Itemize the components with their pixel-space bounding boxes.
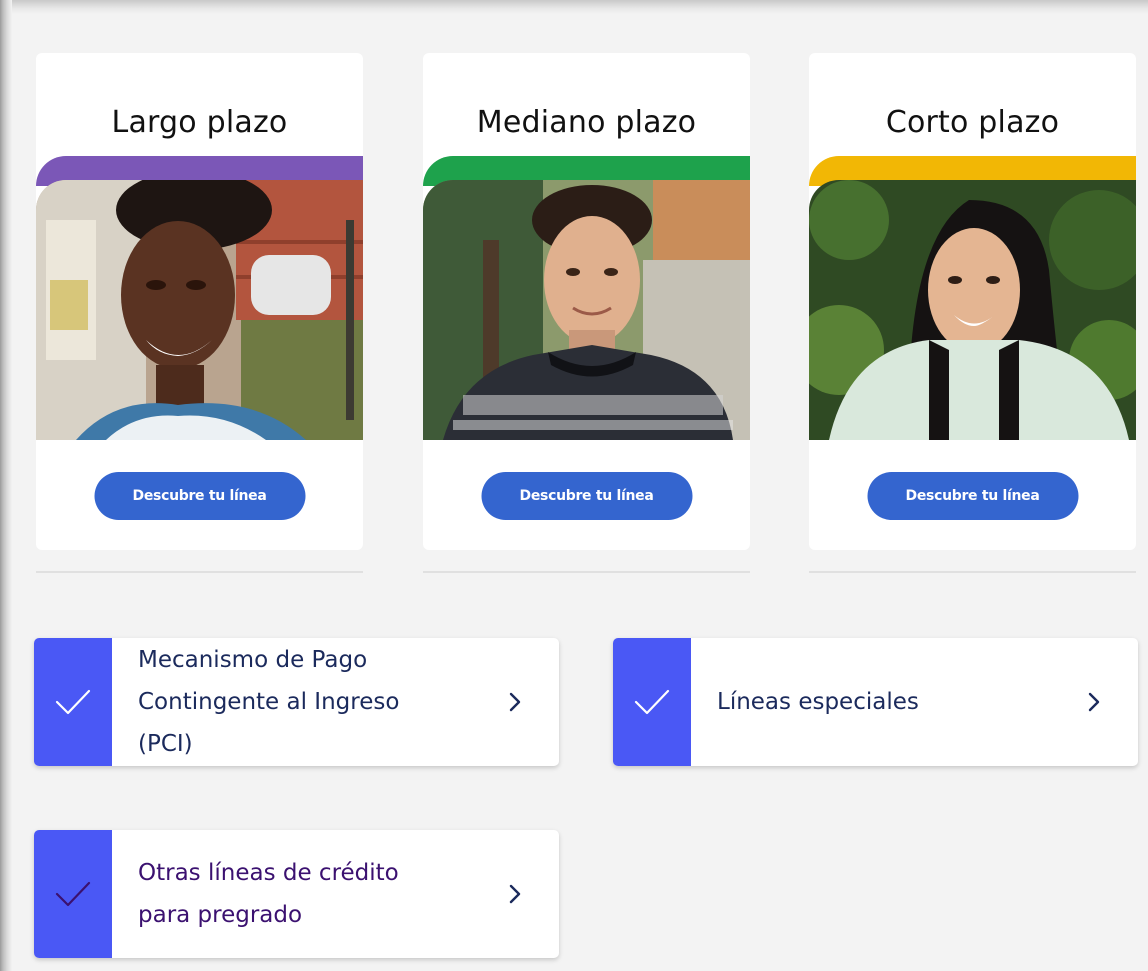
check-panel (34, 830, 112, 958)
chevron-right-icon[interactable] (1088, 692, 1100, 712)
option-label: Otras líneas de crédito para pregrado (138, 860, 399, 928)
check-icon (55, 881, 91, 907)
plan-card-title: Largo plazo (111, 105, 288, 140)
check-icon (634, 689, 670, 715)
student-photo (809, 180, 1136, 440)
student-photo (36, 180, 363, 440)
card-divider (36, 571, 363, 573)
plan-card-title: Corto plazo (885, 105, 1060, 140)
plan-card-mediano-plazo: Mediano plazo Descubre tu línea (423, 53, 750, 550)
card-divider (809, 571, 1136, 573)
chevron-right-icon[interactable] (509, 884, 521, 904)
discover-line-button[interactable]: Descubre tu línea (481, 472, 692, 520)
option-label: Mecanismo de Pago Contingente al Ingreso… (138, 647, 400, 757)
option-tile-pci[interactable]: Mecanismo de Pago Contingente al Ingreso… (34, 638, 559, 766)
page: Largo plazo Descubre tu línea Mediano pl… (0, 0, 1148, 971)
window-shadow-top (0, 0, 1148, 14)
check-panel (34, 638, 112, 766)
chevron-right-icon[interactable] (509, 692, 521, 712)
option-tile-lineas-especiales[interactable]: Líneas especiales (613, 638, 1138, 766)
discover-line-button[interactable]: Descubre tu línea (867, 472, 1078, 520)
option-label: Líneas especiales (717, 689, 919, 715)
student-photo (423, 180, 750, 440)
plan-card-largo-plazo: Largo plazo Descubre tu línea (36, 53, 363, 550)
plan-card-corto-plazo: Corto plazo Descubre tu línea (809, 53, 1136, 550)
option-tile-otras-lineas[interactable]: Otras líneas de crédito para pregrado (34, 830, 559, 958)
window-shadow-left (0, 0, 12, 971)
discover-line-button[interactable]: Descubre tu línea (94, 472, 305, 520)
plan-card-title: Mediano plazo (476, 105, 697, 140)
check-panel (613, 638, 691, 766)
check-icon (55, 689, 91, 715)
card-divider (423, 571, 750, 573)
